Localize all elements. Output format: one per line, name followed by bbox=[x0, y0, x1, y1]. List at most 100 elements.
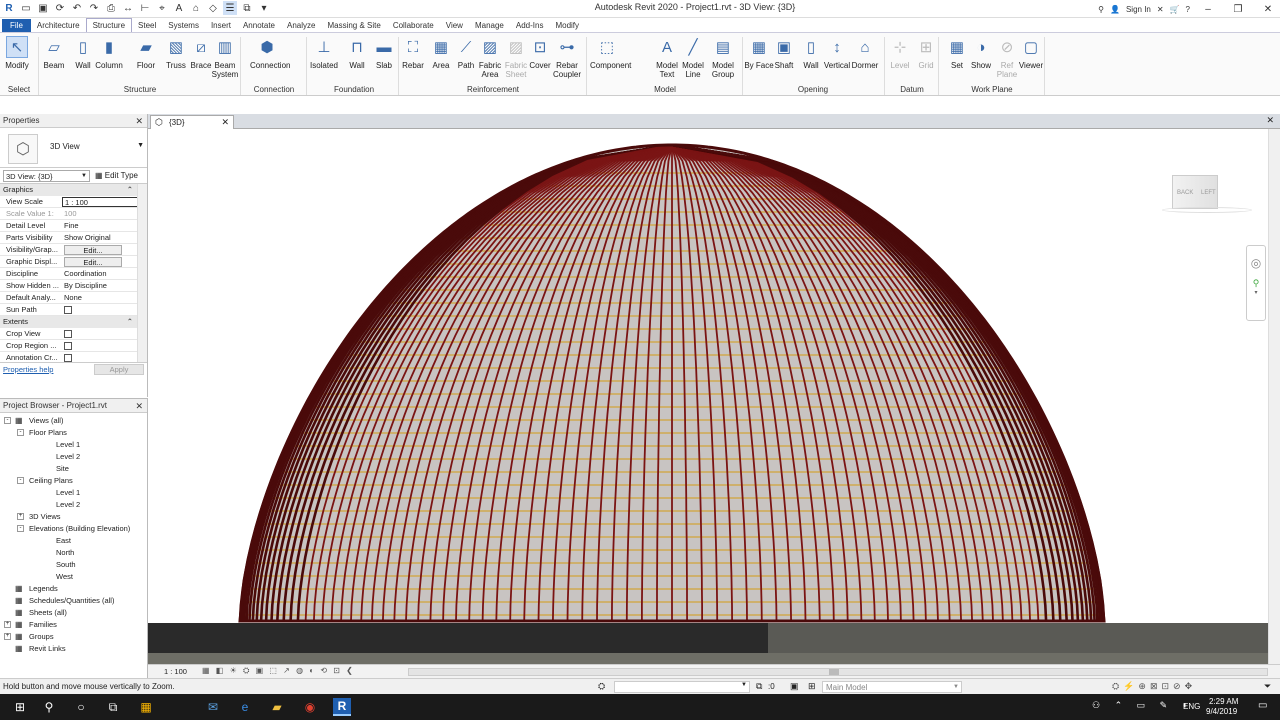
browser-item[interactable]: Level 1 bbox=[0, 487, 147, 499]
binoculars-icon[interactable]: ⚲ bbox=[1098, 5, 1104, 14]
viewcube[interactable]: BACK LEFT bbox=[1162, 171, 1252, 213]
editable-only-icon[interactable]: ⊞ bbox=[808, 681, 816, 692]
view-tab-3d[interactable]: ⬡ {3D} ✕ bbox=[150, 115, 234, 129]
ribbon-button-beam-system[interactable]: ▥ Beam System bbox=[208, 36, 242, 80]
file-explorer-icon[interactable]: ▰ bbox=[268, 698, 286, 716]
ribbon-button-model-line[interactable]: ╱ Model Line bbox=[676, 36, 710, 80]
horizontal-scrollbar[interactable] bbox=[408, 668, 1268, 676]
tab-collaborate[interactable]: Collaborate bbox=[387, 19, 440, 32]
filter-funnel-icon[interactable]: ⏷ bbox=[1264, 681, 1271, 692]
selection-options-icons[interactable]: ⛭⚡⊕⊠⊡⊘✥ bbox=[1112, 681, 1196, 692]
panel-label-connection[interactable]: Connection bbox=[242, 85, 306, 94]
property-value[interactable]: By Discipline bbox=[62, 280, 147, 291]
browser-item[interactable]: ▦ Legends bbox=[0, 583, 147, 595]
browser-item[interactable]: ▦ Revit Links bbox=[0, 643, 147, 655]
browser-item[interactable]: Site bbox=[0, 463, 147, 475]
ribbon-button-dormer[interactable]: ⌂ Dormer bbox=[848, 36, 882, 71]
tab-systems[interactable]: Systems bbox=[162, 19, 205, 32]
browser-item[interactable]: Level 2 bbox=[0, 451, 147, 463]
browser-item[interactable]: - ▦ Views (all) bbox=[0, 415, 147, 427]
panel-label-reinforcement[interactable]: Reinforcement bbox=[400, 85, 586, 94]
workset-dropdown[interactable]: ▼ bbox=[614, 681, 750, 693]
property-value[interactable]: 100 bbox=[62, 208, 147, 219]
system-tray-icons[interactable]: ⚇ ⌃ ▭ ✎ ◖ bbox=[1092, 700, 1193, 711]
tab-file[interactable]: File bbox=[2, 19, 31, 32]
collapse-icon[interactable]: - bbox=[17, 525, 24, 532]
maximize-button[interactable]: ❐ bbox=[1226, 4, 1250, 15]
extents-section[interactable]: Extents ⌃ bbox=[0, 316, 147, 328]
ribbon-button-viewer[interactable]: ▢ Viewer bbox=[1014, 36, 1048, 71]
collapse-icon[interactable]: - bbox=[17, 429, 24, 436]
input-language[interactable]: ENG bbox=[1183, 702, 1200, 711]
property-value[interactable]: None bbox=[62, 292, 147, 303]
ribbon-button-rebar-coupler[interactable]: ⊶ Rebar Coupler bbox=[550, 36, 584, 80]
property-value[interactable] bbox=[62, 328, 147, 339]
type-selector[interactable]: ⬡ 3D View ▼ bbox=[0, 128, 147, 168]
checkbox[interactable] bbox=[64, 354, 72, 362]
browser-item[interactable]: - Floor Plans bbox=[0, 427, 147, 439]
ribbon-button-model-group[interactable]: ▤ Model Group bbox=[706, 36, 740, 80]
tab-insert[interactable]: Insert bbox=[205, 19, 237, 32]
collapse-icon[interactable]: - bbox=[4, 417, 11, 424]
property-value[interactable] bbox=[62, 304, 147, 315]
browser-item[interactable]: ▦ Schedules/Quantities (all) bbox=[0, 595, 147, 607]
search-icon[interactable]: ⚲ bbox=[40, 698, 58, 716]
task-view-icon[interactable]: ⧉ bbox=[104, 698, 122, 716]
help-icon[interactable]: ? bbox=[1186, 5, 1190, 14]
close-icon[interactable]: ✕ bbox=[1266, 115, 1274, 126]
tab-steel[interactable]: Steel bbox=[132, 19, 162, 32]
ribbon-button-connection[interactable]: ⬢ Connection bbox=[250, 36, 290, 71]
property-value[interactable] bbox=[62, 352, 147, 362]
vertical-scrollbar[interactable] bbox=[1268, 129, 1280, 664]
tab-massing-site[interactable]: Massing & Site bbox=[321, 19, 386, 32]
view-scale[interactable]: 1 : 100 bbox=[164, 667, 187, 676]
edit-button[interactable]: Edit... bbox=[64, 245, 122, 255]
browser-item[interactable]: - Elevations (Building Elevation) bbox=[0, 523, 147, 535]
chevron-down-icon[interactable]: ▾ bbox=[1247, 289, 1265, 296]
tab-architecture[interactable]: Architecture bbox=[31, 19, 86, 32]
checkbox[interactable] bbox=[64, 306, 72, 314]
collapse-icon[interactable]: - bbox=[17, 477, 24, 484]
steering-wheel-icon[interactable]: ◎ bbox=[1247, 256, 1265, 270]
edge-icon[interactable]: e bbox=[236, 698, 254, 716]
property-value[interactable]: Fine bbox=[62, 220, 147, 231]
ribbon-button-column[interactable]: ▮ Column bbox=[92, 36, 126, 71]
panel-label-model[interactable]: Model bbox=[590, 85, 740, 94]
expand-icon[interactable]: + bbox=[17, 513, 24, 520]
design-option-dropdown[interactable]: Main Model ▼ bbox=[822, 681, 962, 693]
worksets-icon[interactable]: ⛭ bbox=[598, 681, 605, 692]
tab-view[interactable]: View bbox=[440, 19, 469, 32]
minimize-button[interactable]: – bbox=[1196, 4, 1220, 15]
ribbon-button-isolated[interactable]: ⊥ Isolated bbox=[307, 36, 341, 71]
browser-item[interactable]: + ▦ Groups bbox=[0, 631, 147, 643]
edit-type-button[interactable]: ▦ Edit Type bbox=[95, 171, 138, 180]
browser-item[interactable]: Level 2 bbox=[0, 499, 147, 511]
clock-time[interactable]: 2:29 AM bbox=[1209, 697, 1238, 706]
store-icon[interactable]: ▦ bbox=[137, 698, 155, 716]
sign-in-link[interactable]: Sign In bbox=[1126, 5, 1151, 14]
checkbox[interactable] bbox=[64, 342, 72, 350]
panel-label-datum[interactable]: Datum bbox=[886, 85, 938, 94]
browser-item[interactable]: Level 1 bbox=[0, 439, 147, 451]
tab-annotate[interactable]: Annotate bbox=[237, 19, 281, 32]
tab-analyze[interactable]: Analyze bbox=[281, 19, 321, 32]
graphics-section[interactable]: Graphics ⌃ bbox=[0, 184, 147, 196]
panel-label-work plane[interactable]: Work Plane bbox=[940, 85, 1044, 94]
windows-start-icon[interactable]: ⊞ bbox=[11, 698, 29, 716]
browser-item[interactable]: ▦ Sheets (all) bbox=[0, 607, 147, 619]
view-controls-icons[interactable]: ▦ ◧ ☀ ⛭ ▣ ⬚ ↗ ◍ ◐ ⟲ ⊡ ❮ bbox=[202, 666, 355, 676]
drawing-area[interactable]: BACK LEFT ◎ ⚲ ▾ bbox=[148, 129, 1268, 664]
expand-icon[interactable]: + bbox=[4, 633, 11, 640]
panel-label-foundation[interactable]: Foundation bbox=[310, 85, 398, 94]
edit-button[interactable]: Edit... bbox=[64, 257, 122, 267]
close-button[interactable]: ✕ bbox=[1256, 4, 1280, 15]
property-value[interactable]: Coordination bbox=[62, 268, 147, 279]
browser-item[interactable]: + ▦ Families bbox=[0, 619, 147, 631]
revit-taskbar-icon[interactable]: R bbox=[333, 698, 351, 716]
browser-item[interactable]: North bbox=[0, 547, 147, 559]
tab-structure[interactable]: Structure bbox=[85, 18, 133, 32]
properties-help-link[interactable]: Properties help bbox=[3, 365, 53, 374]
chrome-icon[interactable]: ◉ bbox=[301, 698, 319, 716]
properties-scrollbar[interactable] bbox=[137, 184, 147, 362]
notification-icon[interactable]: ▭ bbox=[1258, 700, 1267, 711]
